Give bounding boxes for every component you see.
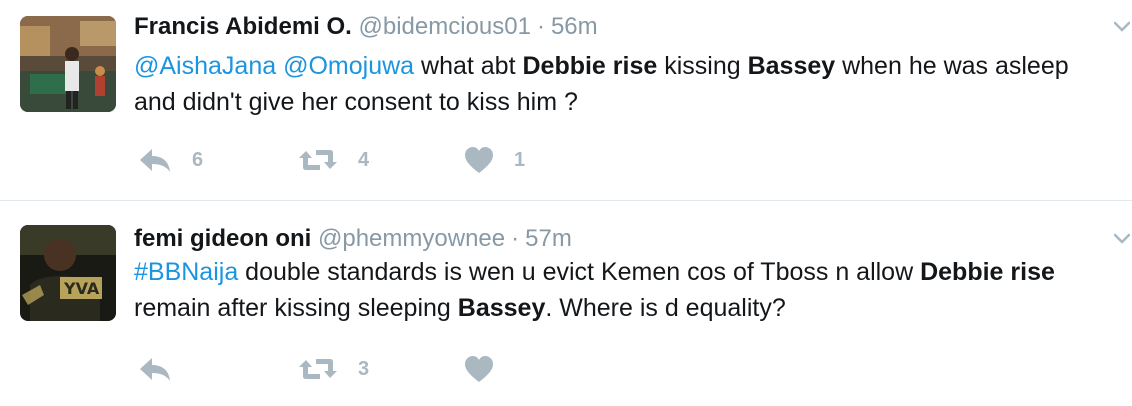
separator-dot: · — [536, 13, 545, 40]
retweet-count: 4 — [358, 148, 370, 171]
reply-count: 6 — [192, 148, 204, 171]
like-button[interactable]: 1 — [464, 145, 525, 175]
tweet[interactable]: YVA femi gideon oni @phemmyownee · 57m #BB… — [0, 201, 1132, 406]
author-handle[interactable]: @bidemcious01 — [359, 13, 531, 40]
avatar[interactable]: YVA — [20, 225, 116, 321]
svg-text:YVA: YVA — [63, 279, 100, 298]
hashtag-link[interactable]: #BBNaija — [134, 258, 238, 286]
text-segment: kissing — [657, 52, 748, 80]
author-name[interactable]: Francis Abidemi O. — [134, 13, 352, 40]
retweet-icon — [298, 356, 338, 382]
text-segment: remain after kissing sleeping — [134, 294, 458, 322]
reply-icon — [138, 147, 172, 173]
retweet-count: 3 — [358, 357, 370, 380]
retweet-button[interactable]: 3 — [298, 354, 369, 384]
highlighted-term: Debbie rise — [920, 258, 1055, 286]
highlighted-term: Bassey — [457, 294, 546, 322]
highlighted-term: Bassey — [747, 52, 836, 80]
retweet-icon — [298, 147, 338, 173]
like-count: 1 — [514, 148, 526, 171]
timestamp[interactable]: 56m — [551, 13, 598, 40]
separator-dot: · — [511, 225, 520, 252]
caret-down-icon[interactable] — [1113, 20, 1131, 32]
highlighted-term: Debbie rise — [522, 52, 658, 80]
tweet[interactable]: Francis Abidemi O. @bidemcious01 · 56m @Ai… — [0, 0, 1132, 200]
author-name[interactable]: femi gideon oni — [134, 225, 311, 252]
text-segment: double standards is wen u evict Kemen co… — [238, 258, 921, 286]
retweet-button[interactable]: 4 — [298, 145, 369, 175]
heart-icon — [464, 355, 494, 383]
avatar[interactable] — [20, 16, 116, 112]
tweet-header: Francis Abidemi O. @bidemcious01 · 56m — [134, 12, 598, 42]
tweet-header: femi gideon oni @phemmyownee · 57m — [134, 224, 572, 254]
tweet-text: #BBNaija double standards is wen u evict… — [134, 254, 1114, 326]
timestamp[interactable]: 57m — [525, 225, 572, 252]
reply-icon — [138, 356, 172, 382]
caret-down-icon[interactable] — [1113, 232, 1131, 244]
author-handle[interactable]: @phemmyownee — [318, 225, 505, 252]
mention-link[interactable]: @Omojuwa — [283, 52, 414, 80]
text-segment: what abt — [414, 52, 523, 80]
reply-button[interactable] — [138, 354, 192, 384]
mention-link[interactable]: @AishaJana — [134, 52, 276, 80]
tweet-text: @AishaJana @Omojuwa what abt Debbie rise… — [134, 48, 1114, 120]
reply-button[interactable]: 6 — [138, 145, 203, 175]
heart-icon — [464, 146, 494, 174]
like-button[interactable] — [464, 354, 514, 384]
text-segment: . Where is d equality? — [545, 294, 786, 322]
